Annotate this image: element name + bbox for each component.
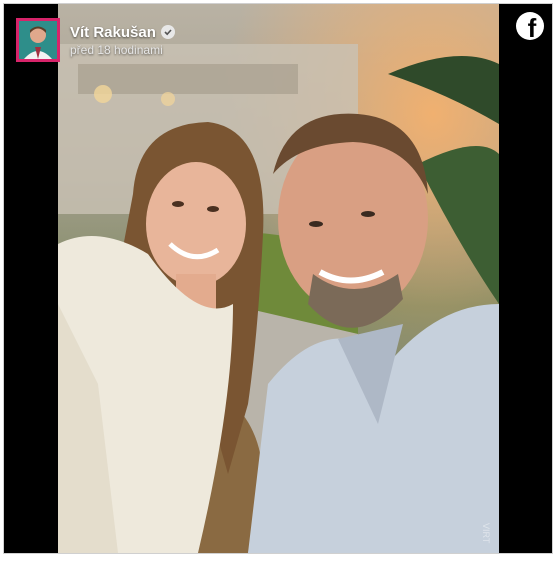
avatar[interactable] [16, 18, 60, 62]
avatar-image-icon [24, 26, 52, 59]
verified-check-icon [160, 25, 175, 39]
photo-watermark: VIRT [481, 522, 491, 543]
post-timestamp[interactable]: před 18 hodinami [70, 43, 175, 57]
facebook-logo-icon[interactable]: f [516, 12, 544, 40]
facebook-post-embed[interactable]: VIRT Vít Rakušan před 18 hodinami f [3, 3, 553, 554]
author-info: Vít Rakušan před 18 hodinami [70, 24, 175, 57]
author-name[interactable]: Vít Rakušan [70, 24, 156, 41]
photo-scene [58, 44, 499, 553]
post-header: Vít Rakušan před 18 hodinami [16, 14, 175, 66]
post-photo[interactable]: VIRT [58, 4, 499, 553]
author-name-row: Vít Rakušan [70, 24, 175, 41]
